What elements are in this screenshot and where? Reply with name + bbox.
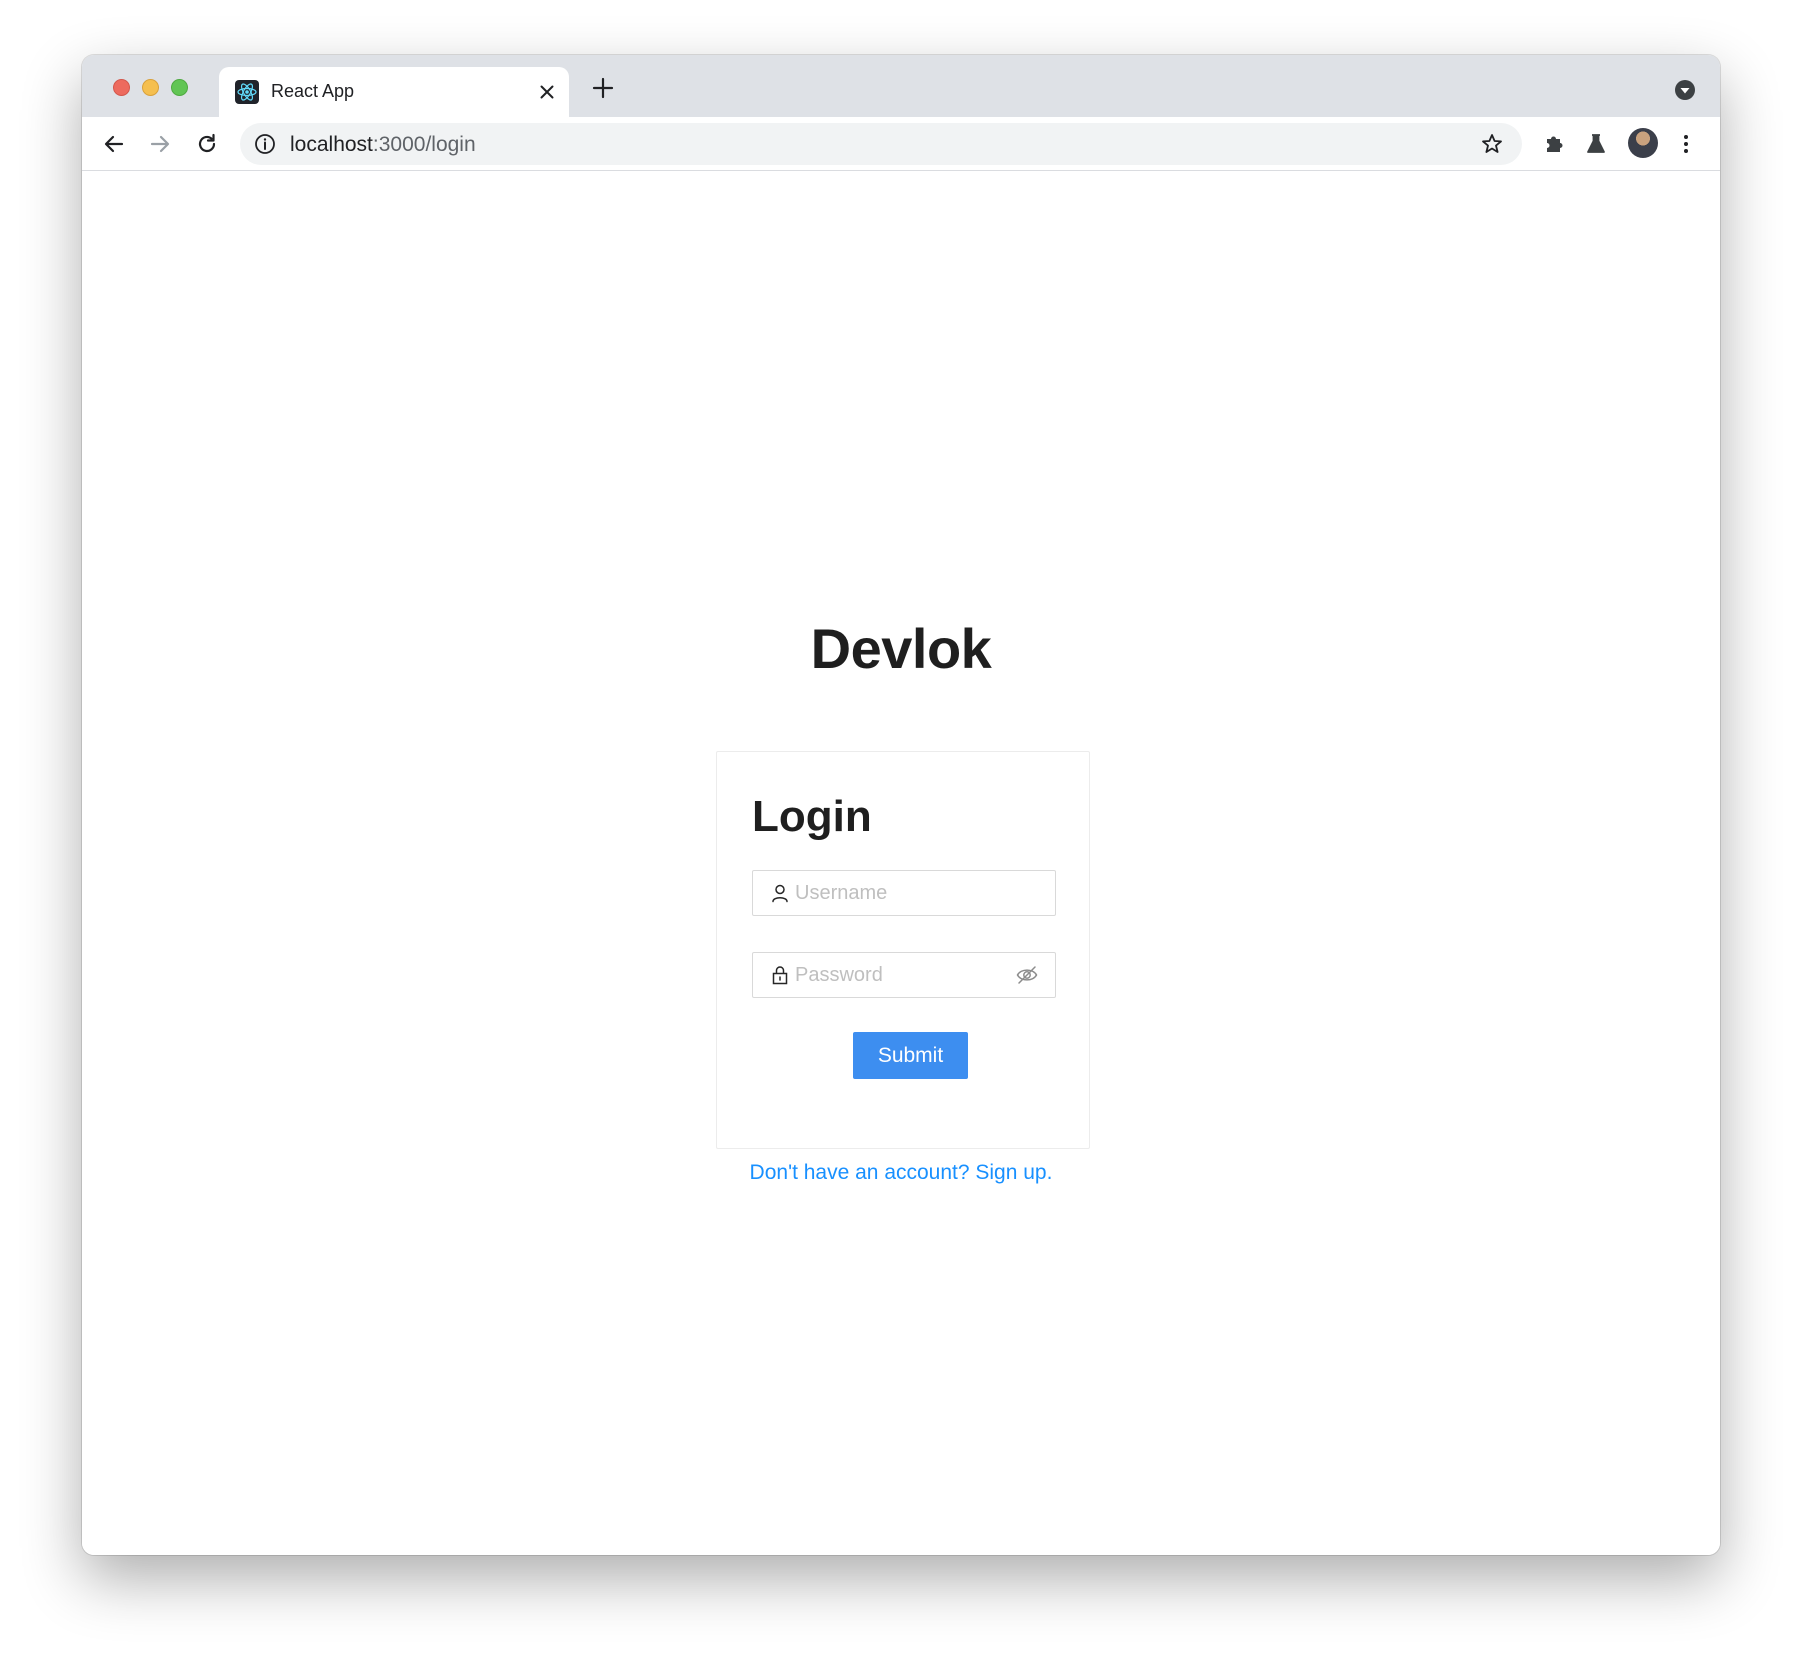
reload-icon[interactable] [193, 130, 221, 158]
browser-toolbar: localhost:3000/login [82, 117, 1720, 171]
flask-icon[interactable] [1582, 130, 1610, 158]
signup-link[interactable]: Don't have an account? Sign up. [82, 1161, 1720, 1185]
password-input[interactable] [795, 953, 1015, 997]
close-window-button[interactable] [113, 79, 130, 96]
star-icon[interactable] [1480, 132, 1504, 156]
address-url[interactable]: localhost:3000/login [290, 133, 476, 157]
username-input[interactable] [795, 871, 1015, 915]
react-logo-icon [235, 80, 259, 104]
tab-title: React App [271, 81, 355, 101]
close-tab-icon[interactable] [535, 80, 559, 104]
brand-title: Devlok [810, 617, 992, 680]
tab-strip: React App [82, 55, 1720, 117]
zoom-window-button[interactable] [171, 79, 188, 96]
eye-invisible-icon[interactable] [1015, 964, 1039, 986]
url-host: localhost [290, 133, 373, 156]
puzzle-icon[interactable] [1541, 130, 1569, 158]
site-info-icon[interactable] [254, 133, 276, 155]
tab-search-icon[interactable] [1674, 79, 1696, 101]
user-icon [770, 883, 790, 903]
kebab-menu-icon[interactable] [1672, 130, 1700, 158]
address-bar[interactable]: localhost:3000/login [240, 123, 1522, 165]
url-path: :3000/login [372, 133, 476, 156]
back-arrow-icon[interactable] [100, 130, 128, 158]
forward-arrow-icon[interactable] [146, 130, 174, 158]
lock-icon [770, 965, 790, 985]
submit-button[interactable]: Submit [853, 1032, 968, 1079]
username-field[interactable] [752, 870, 1056, 916]
login-heading: Login [752, 792, 872, 841]
profile-avatar[interactable] [1628, 128, 1658, 158]
minimize-window-button[interactable] [142, 79, 159, 96]
page-content: Devlok Login Username Submit Don't have … [82, 171, 1720, 1555]
tab-react-app[interactable]: React App [219, 67, 569, 117]
new-tab-icon[interactable] [590, 75, 616, 101]
password-field[interactable] [752, 952, 1056, 998]
login-card: Login Username Submit [716, 751, 1090, 1149]
browser-window: React App localhost:3000/login Devlok Lo… [82, 55, 1720, 1555]
